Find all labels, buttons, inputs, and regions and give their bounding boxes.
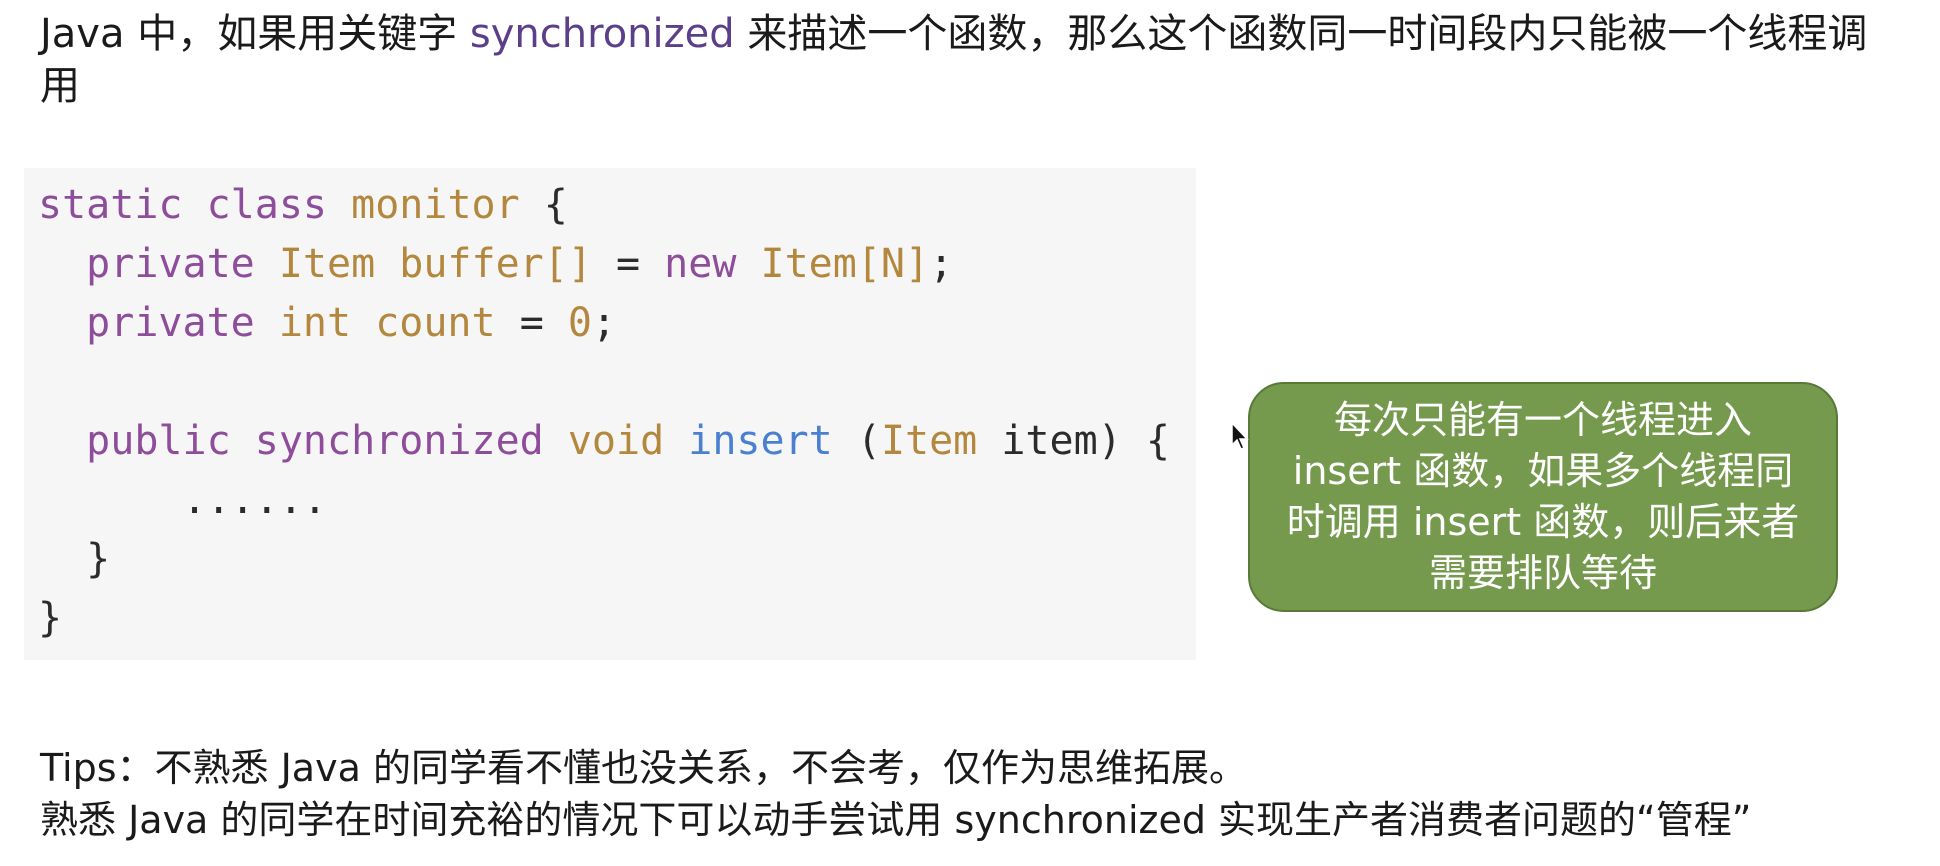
code-token: public [86,418,231,464]
callout-text: 每次只能有一个线程进入 insert 函数，如果多个线程同时调用 insert … [1286,398,1800,595]
intro-text-1: Java 中，如果用关键字 [40,11,470,57]
code-block: static class monitor { private Item buff… [24,168,1196,660]
code-token: Item[N] [760,241,930,287]
code-token: { [519,182,568,228]
code-token: Item [278,241,376,287]
code-token: ) { [1097,418,1170,464]
code-line-6: ...... [38,477,327,523]
code-token: Item [880,418,978,464]
code-line-8: } [38,595,63,641]
code-token: ; [591,300,617,346]
code-token: new [664,241,737,287]
code-listing: static class monitor { private Item buff… [38,176,1170,648]
code-token: 0 [567,300,592,346]
code-token: static [38,182,183,228]
code-token: private [86,241,255,287]
tips-section: Tips：不熟悉 Java 的同学看不懂也没关系，不会考，仅作为思维拓展。 熟悉… [40,742,1920,846]
intro-keyword: synchronized [469,11,735,57]
code-token: ; [929,241,954,287]
code-token: private [86,300,255,346]
code-token: monitor [351,182,520,228]
code-token: = [495,300,568,346]
tips-line-2: 熟悉 Java 的同学在时间充裕的情况下可以动手尝试用 synchronized… [40,798,1752,842]
code-token: insert [688,418,833,464]
code-token: class [206,182,328,228]
mouse-pointer-icon [1231,421,1249,450]
code-token: item [977,418,1098,464]
code-line-7: } [38,536,111,582]
code-line-1: static class monitor { [38,182,568,228]
code-line-2: private Item buffer[] = new Item[N]; [38,241,953,287]
code-token: count [375,300,496,346]
tips-line-1: Tips：不熟悉 Java 的同学看不懂也没关系，不会考，仅作为思维拓展。 [40,746,1247,790]
intro-paragraph: Java 中，如果用关键字 synchronized 来描述一个函数，那么这个函… [40,8,1880,112]
code-token: void [567,418,665,464]
code-token: ( [832,418,881,464]
code-token: synchronized [254,418,544,464]
code-token: = [591,241,665,287]
code-token: int [278,300,352,346]
code-line-5: public synchronized void insert (Item it… [38,418,1170,464]
code-line-3: private int count = 0; [38,300,616,346]
callout-bubble: 每次只能有一个线程进入 insert 函数，如果多个线程同时调用 insert … [1248,382,1838,612]
code-token: buffer[] [399,241,592,287]
